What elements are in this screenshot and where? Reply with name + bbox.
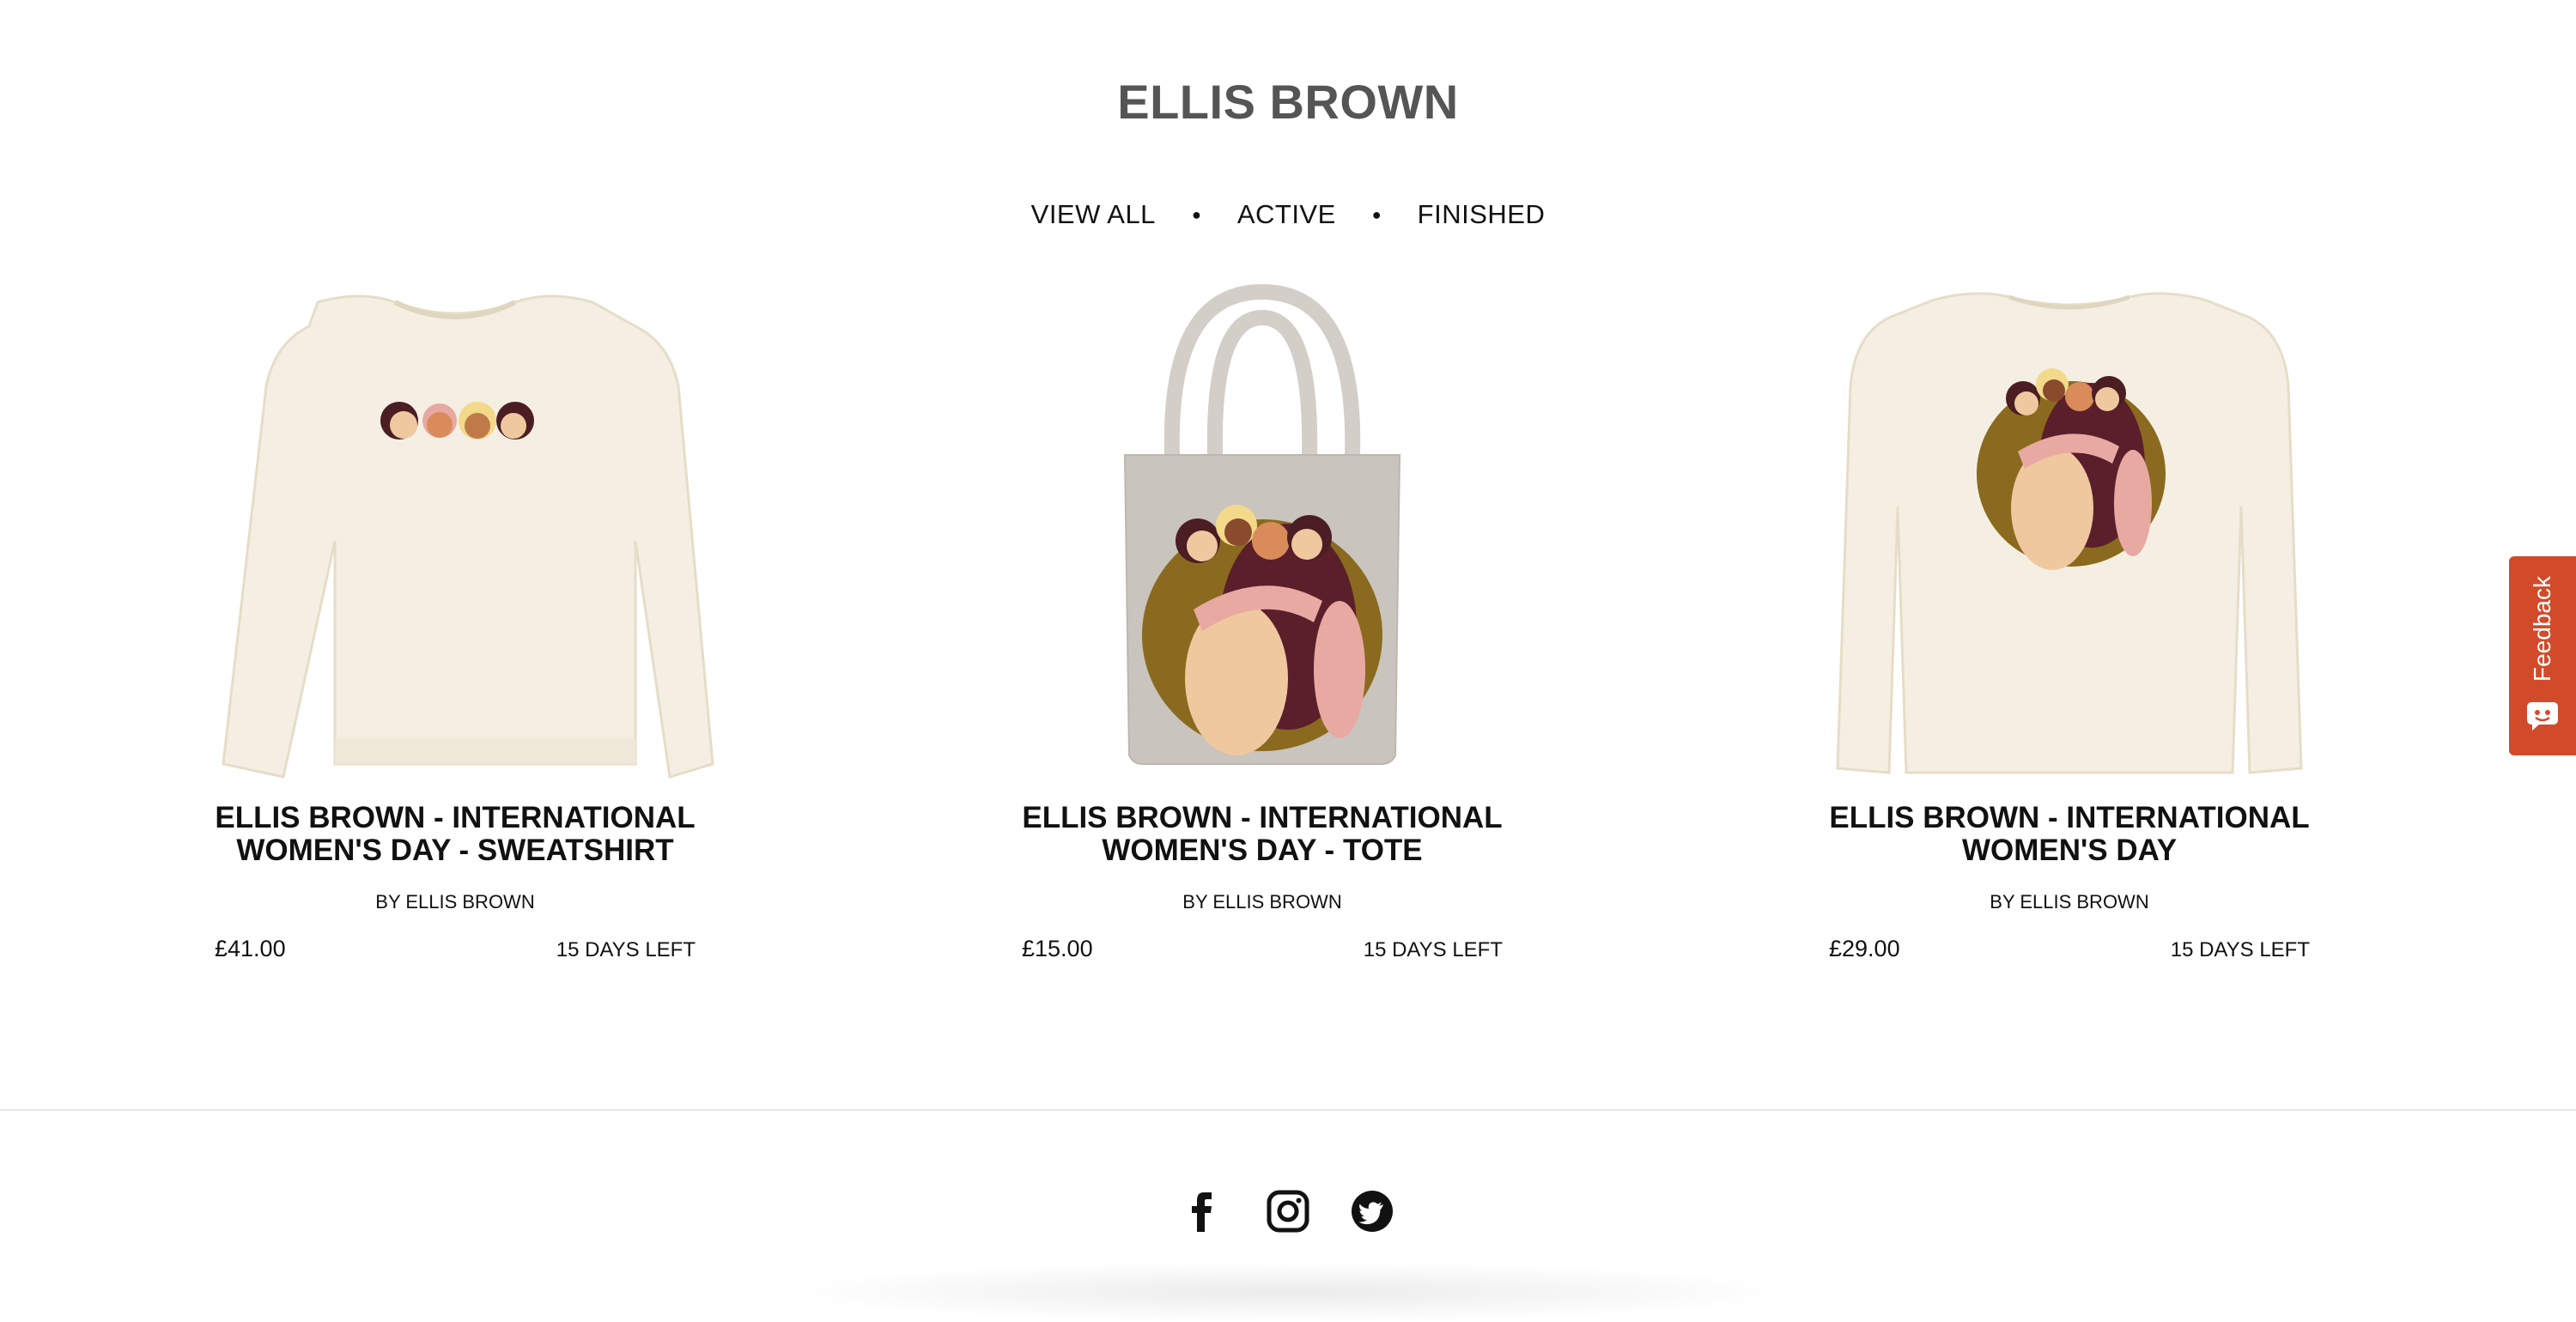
- feedback-label: Feedback: [2529, 576, 2555, 682]
- days-left: 15 DAYS LEFT: [1363, 938, 1503, 961]
- product-price: £29.00: [1829, 936, 1900, 961]
- twitter-icon[interactable]: [1350, 1189, 1394, 1234]
- product-meta: £15.00 15 DAYS LEFT: [996, 936, 1528, 962]
- product-card-sweatshirt[interactable]: ELLIS BROWN - INTERNATIONAL WOMEN'S DAY …: [189, 283, 721, 962]
- product-price: £15.00: [1022, 936, 1093, 961]
- page-title: ELLIS BROWN: [1117, 75, 1459, 129]
- product-card-long-sleeve[interactable]: ELLIS BROWN - INTERNATIONAL WOMEN'S DAY …: [1803, 283, 2336, 962]
- product-byline: BY ELLIS BROWN: [1182, 891, 1342, 913]
- product-byline: BY ELLIS BROWN: [1990, 891, 2149, 913]
- product-title[interactable]: ELLIS BROWN - INTERNATIONAL WOMEN'S DAY: [1803, 802, 2336, 867]
- product-image-tote[interactable]: [996, 283, 1528, 781]
- product-meta: £29.00 15 DAYS LEFT: [1803, 936, 2336, 962]
- nav-separator-dot: ●: [1191, 205, 1201, 223]
- product-price: £41.00: [215, 936, 286, 961]
- product-image-sweatshirt[interactable]: [189, 283, 721, 781]
- feedback-chat-icon: [2525, 700, 2560, 736]
- instagram-icon[interactable]: [1266, 1189, 1310, 1234]
- product-card-tote[interactable]: ELLIS BROWN - INTERNATIONAL WOMEN'S DAY …: [996, 283, 1528, 962]
- facebook-icon[interactable]: [1182, 1189, 1226, 1234]
- filter-active[interactable]: ACTIVE: [1237, 199, 1336, 230]
- filter-view-all[interactable]: VIEW ALL: [1031, 199, 1156, 230]
- filter-finished[interactable]: FINISHED: [1418, 199, 1546, 230]
- social-links: [0, 1189, 2576, 1234]
- filter-nav: VIEW ALL ● ACTIVE ● FINISHED: [0, 199, 2576, 230]
- feedback-tab[interactable]: Feedback: [2509, 556, 2576, 755]
- product-meta: £41.00 15 DAYS LEFT: [189, 936, 721, 962]
- footer-divider: [0, 1109, 2576, 1111]
- nav-separator-dot: ●: [1371, 205, 1382, 223]
- days-left: 15 DAYS LEFT: [556, 938, 696, 961]
- product-title[interactable]: ELLIS BROWN - INTERNATIONAL WOMEN'S DAY …: [189, 802, 721, 867]
- product-byline: BY ELLIS BROWN: [375, 891, 535, 913]
- days-left: 15 DAYS LEFT: [2170, 938, 2310, 961]
- product-title[interactable]: ELLIS BROWN - INTERNATIONAL WOMEN'S DAY …: [996, 802, 1528, 867]
- product-image-long-sleeve[interactable]: [1803, 283, 2336, 781]
- footer-shadow: [773, 1262, 1803, 1322]
